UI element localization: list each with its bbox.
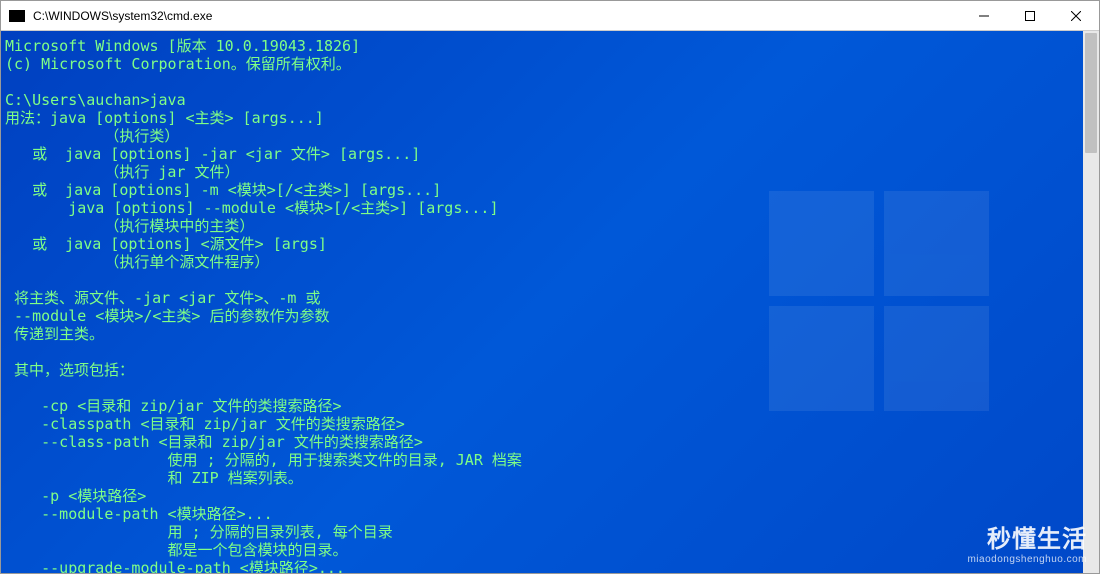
watermark-url: miaodongshenghuo.com bbox=[967, 554, 1087, 565]
window-title: C:\WINDOWS\system32\cmd.exe bbox=[33, 9, 961, 23]
close-icon bbox=[1071, 11, 1081, 21]
maximize-button[interactable] bbox=[1007, 1, 1053, 31]
scrollbar-thumb[interactable] bbox=[1085, 33, 1097, 153]
titlebar[interactable]: C:\WINDOWS\system32\cmd.exe bbox=[1, 1, 1099, 31]
terminal-viewport[interactable]: Microsoft Windows [版本 10.0.19043.1826] (… bbox=[1, 31, 1099, 573]
terminal-output: Microsoft Windows [版本 10.0.19043.1826] (… bbox=[5, 37, 1079, 573]
minimize-icon bbox=[979, 11, 989, 21]
image-watermark: 秒懂生活 miaodongshenghuo.com bbox=[967, 519, 1087, 565]
maximize-icon bbox=[1025, 11, 1035, 21]
watermark-brand: 秒懂生活 bbox=[967, 519, 1087, 554]
vertical-scrollbar[interactable] bbox=[1083, 31, 1099, 573]
close-button[interactable] bbox=[1053, 1, 1099, 31]
minimize-button[interactable] bbox=[961, 1, 1007, 31]
cmd-window: C:\WINDOWS\system32\cmd.exe Microsoft Wi… bbox=[0, 0, 1100, 574]
cmd-icon bbox=[9, 10, 25, 22]
